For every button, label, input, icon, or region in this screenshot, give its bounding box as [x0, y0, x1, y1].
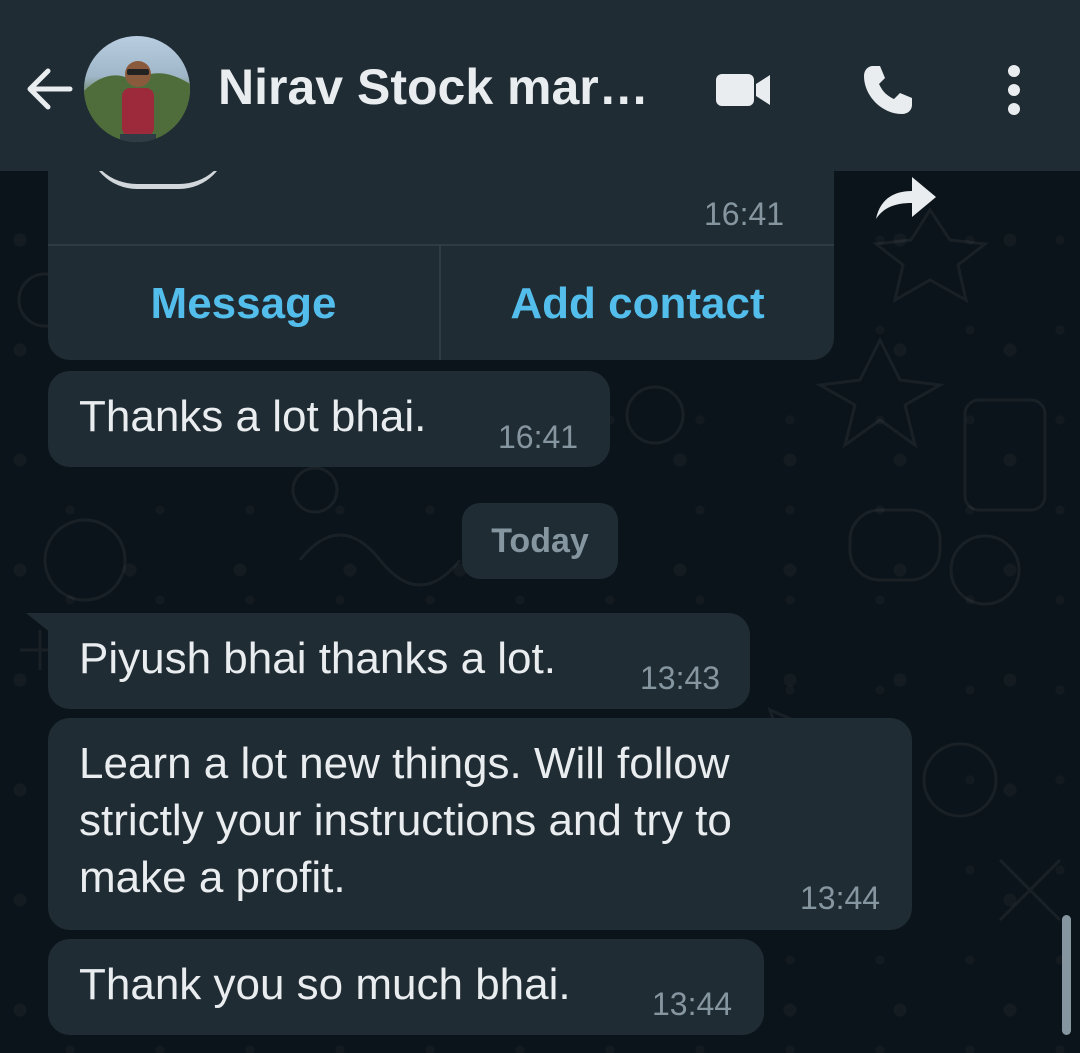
- message-bubble[interactable]: Learn a lot new things. Will follow stri…: [48, 718, 912, 930]
- contact-avatar[interactable]: [84, 36, 190, 142]
- message-text-line: make a profit.: [79, 853, 346, 902]
- date-separator: Today: [462, 503, 618, 579]
- arrow-left-icon[interactable]: [22, 62, 76, 116]
- forward-icon[interactable]: [872, 173, 938, 223]
- contact-card: 16:41 Message Add contact: [48, 150, 834, 360]
- scrollbar[interactable]: [1062, 915, 1071, 1035]
- message-time: 13:43: [640, 660, 721, 696]
- contact-name[interactable]: Nirav Stock mark...: [218, 58, 668, 116]
- message-time: 13:44: [652, 986, 733, 1022]
- video-camera-icon[interactable]: [712, 60, 772, 120]
- message-text: Thank you so much bhai.: [79, 960, 571, 1009]
- avatar-photo: [84, 61, 190, 142]
- message-text-line: Learn a lot new things. Will follow: [79, 739, 730, 788]
- message-text: Piyush bhai thanks a lot.: [79, 634, 556, 683]
- more-vertical-icon[interactable]: [984, 60, 1044, 120]
- message-bubble[interactable]: Thanks a lot bhai. 16:41: [48, 371, 610, 467]
- message-bubble[interactable]: Piyush bhai thanks a lot. 13:43: [48, 613, 750, 709]
- message-text: Thanks a lot bhai.: [79, 392, 427, 441]
- message-time: 13:44: [800, 880, 881, 916]
- message-time: 16:41: [704, 196, 785, 232]
- message-bubble[interactable]: Thank you so much bhai. 13:44: [48, 939, 764, 1035]
- chat-header: Nirav Stock mark...: [0, 0, 1080, 171]
- phone-icon[interactable]: [858, 60, 918, 120]
- add-contact-button[interactable]: Add contact: [441, 246, 834, 361]
- message-time: 16:41: [498, 419, 579, 455]
- message-text-line: strictly your instructions and try to: [79, 796, 732, 845]
- card-button-row: Message Add contact: [48, 246, 834, 360]
- message-button[interactable]: Message: [48, 246, 439, 361]
